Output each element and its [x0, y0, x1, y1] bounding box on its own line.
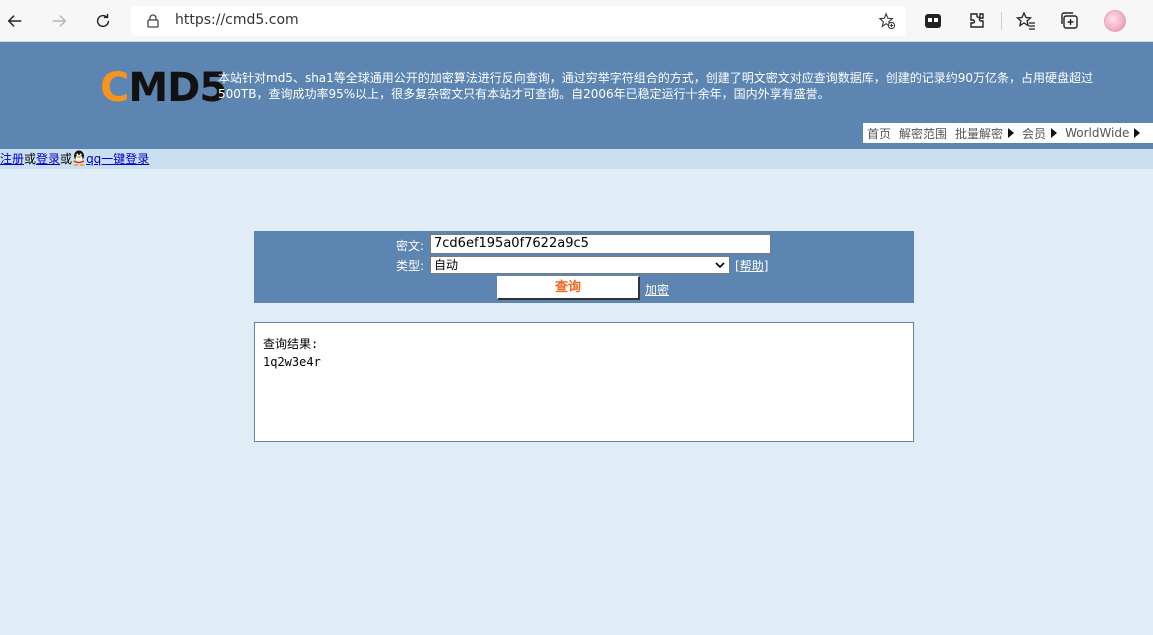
collections-icon[interactable]	[1060, 11, 1080, 31]
triangle-right-icon	[1134, 128, 1141, 138]
site-logo[interactable]: CMD5	[100, 66, 227, 110]
query-button[interactable]: 查询	[497, 276, 640, 300]
login-strip: 注册或登录或 qq一键登录	[0, 149, 1153, 169]
result-box: 查询结果: 1q2w3e4r	[254, 322, 914, 442]
favorites-icon[interactable]	[1016, 11, 1036, 31]
profile-avatar[interactable]	[1104, 10, 1126, 32]
back-button[interactable]	[1, 7, 29, 35]
forward-button[interactable]	[45, 7, 73, 35]
type-label: 类型:	[396, 259, 425, 273]
chevron-down-icon	[715, 262, 725, 269]
site-header: CMD5 本站针对md5、sha1等全球通用公开的加密算法进行反向查询，通过穷举…	[0, 42, 1153, 149]
refresh-icon	[96, 13, 110, 28]
encrypt-link[interactable]: 加密	[645, 281, 669, 298]
menu-item-worldwide[interactable]: WorldWide	[1065, 126, 1141, 140]
type-select[interactable]: 自动	[430, 256, 730, 274]
extensions-icon[interactable]	[967, 11, 987, 31]
address-bar[interactable]: https://cmd5.com	[131, 6, 906, 36]
arrow-right-icon	[52, 15, 67, 27]
qq-penguin-icon	[72, 150, 86, 166]
menu-item-home[interactable]: 首页	[867, 125, 891, 142]
result-value: 1q2w3e4r	[263, 355, 321, 369]
triangle-right-icon	[1051, 128, 1058, 138]
register-link[interactable]: 注册	[0, 152, 24, 166]
add-favorite-icon[interactable]	[878, 12, 896, 30]
main-menu: 首页 解密范围 批量解密 会员 WorldWide	[863, 123, 1153, 143]
lock-icon	[147, 14, 159, 28]
toolbar-separator	[1001, 12, 1002, 30]
site-intro: 本站针对md5、sha1等全球通用公开的加密算法进行反向查询，通过穷举字符组合的…	[218, 71, 1094, 101]
triangle-right-icon	[1008, 128, 1015, 138]
qq-login-link[interactable]: qq一键登录	[86, 152, 149, 166]
menu-item-decrypt-range[interactable]: 解密范围	[899, 125, 947, 142]
arrow-left-icon	[7, 15, 22, 27]
browser-toolbar: https://cmd5.com	[0, 0, 1153, 42]
help-link[interactable]: [帮助]	[735, 257, 768, 274]
menu-item-batch-decrypt[interactable]: 批量解密	[955, 125, 1015, 142]
query-form: 密文: 7cd6ef195a0f7622a9c5 类型: 自动 [帮助] 查询 …	[254, 231, 914, 303]
media-icon[interactable]	[923, 11, 943, 31]
result-label: 查询结果:	[263, 337, 319, 351]
cipher-label: 密文:	[396, 239, 425, 253]
login-link[interactable]: 登录	[36, 152, 60, 166]
menu-item-member[interactable]: 会员	[1022, 125, 1058, 142]
url-text: https://cmd5.com	[175, 12, 299, 28]
cipher-input[interactable]: 7cd6ef195a0f7622a9c5	[430, 234, 771, 254]
refresh-button[interactable]	[89, 7, 117, 35]
